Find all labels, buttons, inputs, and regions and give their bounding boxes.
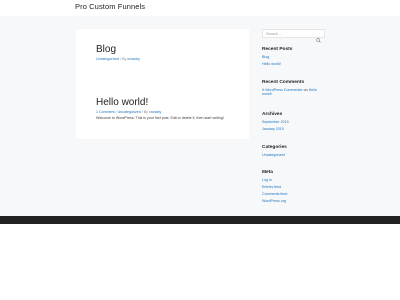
archive-link[interactable]: January 2019: [262, 127, 284, 131]
post-excerpt: Welcome to WordPress. This is your first…: [96, 116, 224, 120]
post-category-link[interactable]: Uncategorized: [118, 110, 141, 114]
categories-list: Uncategorized: [262, 153, 326, 157]
widget-recent-posts: Recent Posts Blog Hello world!: [262, 47, 326, 69]
list-item: Entries feed: [262, 185, 326, 189]
list-item: September 2019: [262, 120, 326, 124]
list-item: Comments feed: [262, 192, 326, 196]
sidebar: Recent Posts Blog Hello world! Recent Co…: [259, 29, 327, 215]
list-item: January 2019: [262, 127, 326, 131]
comments-feed-link[interactable]: Comments feed: [262, 192, 287, 196]
list-item: Uncategorized: [262, 153, 326, 157]
search-icon: [316, 38, 321, 43]
entries-feed-link[interactable]: Entries feed: [262, 185, 281, 189]
widget-title: Recent Posts: [262, 47, 293, 52]
list-item: Log in: [262, 178, 326, 182]
recent-post-link[interactable]: Hello world!: [262, 62, 281, 66]
widget-title: Categories: [262, 145, 287, 150]
category-link[interactable]: Uncategorized: [262, 153, 285, 157]
list-item: Blog: [262, 55, 326, 59]
site-title-link[interactable]: Pro Custom Funnels: [75, 2, 145, 11]
post-blog: Blog Uncategorized / By crossby: [96, 44, 246, 61]
login-link[interactable]: Log in: [262, 178, 272, 182]
post-meta: 1 Comment / Uncategorized / By crossby: [96, 110, 246, 114]
recent-comments-list: A WordPress Commenter on Hello world!: [262, 88, 326, 97]
search-button[interactable]: [315, 31, 322, 43]
post-title[interactable]: Hello world!: [96, 97, 246, 109]
archives-list: September 2019 January 2019: [262, 120, 326, 131]
widget-title: Archives: [262, 112, 283, 117]
site-footer: [0, 216, 400, 224]
post-category-link[interactable]: Uncategorized: [96, 57, 119, 61]
widget-categories: Categories Uncategorized: [262, 145, 326, 160]
widget-title: Recent Comments: [262, 80, 305, 85]
archive-link[interactable]: September 2019: [262, 120, 289, 124]
comment-author-link[interactable]: A WordPress Commenter: [262, 88, 303, 92]
wordpress-org-link[interactable]: WordPress.org: [262, 199, 286, 203]
recent-posts-list: Blog Hello world!: [262, 55, 326, 66]
post-comments-link[interactable]: 1 Comment: [96, 110, 115, 114]
post-hello-world: Hello world! 1 Comment / Uncategorized /…: [96, 97, 246, 120]
page-blank-area: [0, 224, 400, 300]
widget-title: Meta: [262, 170, 273, 175]
post-title[interactable]: Blog: [96, 44, 246, 56]
site-header: Pro Custom Funnels: [0, 0, 400, 16]
post-author-link[interactable]: crossby: [127, 57, 139, 61]
search-form: [262, 29, 325, 43]
widget-meta: Meta Log in Entries feed Comments feed W…: [262, 170, 326, 206]
recent-post-link[interactable]: Blog: [262, 55, 269, 59]
main-content: Blog Uncategorized / By crossby Hello wo…: [76, 29, 249, 139]
post-author-link[interactable]: crossby: [149, 110, 161, 114]
search-input[interactable]: [263, 30, 315, 38]
meta-separator: / By: [140, 110, 149, 114]
widget-archives: Archives September 2019 January 2019: [262, 112, 326, 134]
list-item: A WordPress Commenter on Hello world!: [262, 88, 326, 97]
meta-list: Log in Entries feed Comments feed WordPr…: [262, 178, 326, 203]
list-item: Hello world!: [262, 62, 326, 66]
post-meta: Uncategorized / By crossby: [96, 57, 246, 61]
list-item: WordPress.org: [262, 199, 326, 203]
widget-recent-comments: Recent Comments A WordPress Commenter on…: [262, 80, 326, 99]
